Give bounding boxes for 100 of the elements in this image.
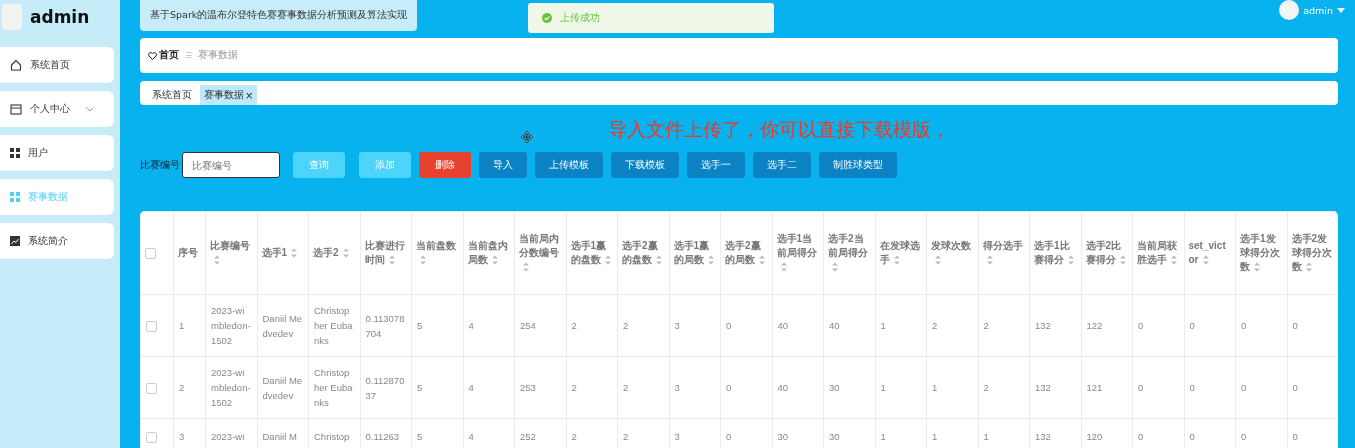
sort-icon[interactable] — [934, 255, 942, 266]
action-button[interactable]: 下载模板 — [611, 152, 679, 178]
tab[interactable]: 系统首页 — [148, 85, 196, 105]
table-cell: 0 — [1132, 294, 1184, 357]
action-button[interactable]: 制胜球类型 — [819, 152, 897, 178]
action-button[interactable]: 删除 — [419, 152, 471, 178]
column-header: 选手1发球得分次数 — [1235, 211, 1287, 295]
table-cell: 0 — [1235, 294, 1287, 357]
column-header: 选手2当前局得分 — [823, 211, 875, 295]
table-cell: Daniil Medvedev — [257, 356, 309, 419]
table-cell: 2023-wimbledon-1502 — [205, 356, 257, 419]
sort-icon[interactable] — [522, 262, 530, 273]
table-cell: 132 — [1029, 356, 1081, 419]
sort-icon[interactable] — [1201, 255, 1210, 266]
sort-icon[interactable] — [387, 255, 396, 266]
action-button[interactable]: 选手一 — [687, 152, 745, 178]
table-cell: 3 — [669, 356, 721, 419]
user-name[interactable]: admin — [1303, 4, 1333, 16]
sort-icon[interactable] — [341, 248, 350, 259]
sort-icon[interactable] — [655, 255, 663, 266]
grid-icon — [10, 148, 20, 158]
home-icon — [10, 59, 22, 71]
table-cell: Daniil Medvedev — [257, 294, 309, 357]
sort-icon[interactable] — [603, 255, 612, 266]
table-cell: 0 — [1132, 356, 1184, 419]
column-header: 当前盘内局数 — [463, 211, 515, 295]
column-header: 当前局内分数编号 — [514, 211, 566, 295]
sort-icon[interactable] — [1118, 255, 1127, 266]
sort-icon[interactable] — [758, 255, 766, 266]
checkbox[interactable] — [145, 247, 156, 259]
checkbox[interactable] — [146, 321, 157, 332]
column-header: 选手2 — [308, 211, 360, 295]
menu-item[interactable]: 系统首页 — [0, 47, 114, 83]
column-header: 当前盘数 — [411, 211, 463, 295]
breadcrumb-current: 赛事数据 — [198, 49, 239, 62]
app-title: admin — [30, 7, 90, 27]
action-button[interactable]: 上传模板 — [535, 152, 603, 178]
sort-icon[interactable] — [490, 255, 499, 266]
grid-icon — [10, 192, 20, 202]
column-header: 选手1赢的局数 — [669, 211, 721, 295]
tab[interactable]: 赛事数据× — [200, 85, 258, 105]
column-header: 选手1赢的盘数 — [566, 211, 618, 295]
action-button[interactable]: 选手二 — [753, 152, 811, 178]
table-cell: 40 — [823, 294, 875, 357]
table-cell: 0 — [1235, 356, 1287, 419]
table-cell: 2023-wimbledon-1502 — [205, 294, 257, 357]
column-header: 比赛进行时间 — [360, 211, 412, 295]
column-header: 发球次数 — [926, 211, 978, 295]
action-button[interactable]: 导入 — [479, 152, 527, 178]
sort-icon[interactable] — [419, 255, 427, 266]
table-cell: 0 — [1184, 294, 1236, 357]
table-cell: 5 — [411, 356, 463, 419]
sort-icon[interactable] — [1304, 262, 1313, 273]
search-field[interactable]: 比赛编号 — [182, 152, 280, 178]
column-header: 得分选手 — [978, 211, 1030, 295]
move-cursor-icon — [520, 130, 534, 144]
close-icon[interactable]: × — [245, 89, 254, 101]
column-header: 选手2赢的盘数 — [617, 211, 669, 295]
checkbox[interactable] — [146, 432, 157, 443]
sort-icon[interactable] — [290, 248, 299, 259]
table-cell: 30 — [823, 356, 875, 419]
chart-icon — [10, 236, 20, 246]
wallet-icon — [10, 103, 22, 115]
sort-icon[interactable] — [1253, 262, 1261, 273]
table-cell: 2 — [926, 294, 978, 357]
table-cell: 2 — [566, 294, 618, 357]
breadcrumb-link[interactable]: 首页 — [148, 49, 179, 62]
table-cell: 2 — [173, 356, 206, 419]
table-cell: 4 — [463, 356, 515, 419]
sort-icon[interactable] — [831, 262, 839, 273]
sort-icon[interactable] — [985, 255, 994, 266]
table-cell: 0.11287037 — [360, 356, 412, 419]
sort-icon[interactable] — [1170, 255, 1178, 266]
column-header: 选手1比赛得分 — [1029, 211, 1081, 295]
table-cell: 1 — [173, 294, 206, 357]
menu-item[interactable]: 个人中心 — [0, 91, 114, 127]
column-header: 选手2发球得分次数 — [1287, 211, 1338, 295]
table-cell: 5 — [411, 294, 463, 357]
menu-item[interactable]: 系统简介 — [0, 223, 114, 259]
table-cell: 3 — [669, 294, 721, 357]
sort-icon[interactable] — [706, 255, 715, 266]
sort-icon[interactable] — [892, 255, 901, 266]
table-cell: 122 — [1081, 294, 1133, 357]
check-circle-icon — [542, 13, 552, 23]
sort-icon[interactable] — [213, 255, 221, 266]
table-cell: 1 — [875, 294, 927, 357]
sort-icon[interactable] — [1067, 255, 1075, 266]
logo-icon — [2, 4, 22, 30]
column-header: 在发球选手 — [875, 211, 927, 295]
search-label: 比赛编号 — [140, 158, 180, 172]
project-title: 基于Spark的温布尔登特色赛赛事数据分析预测及算法实现 — [140, 0, 418, 31]
user-avatar[interactable] — [1279, 0, 1300, 20]
table-cell: 40 — [772, 294, 824, 357]
menu-item[interactable]: 用户 — [0, 135, 114, 171]
table-cell: 2 — [566, 356, 618, 419]
table-cell: 40 — [772, 356, 824, 419]
sort-icon[interactable] — [779, 262, 788, 273]
checkbox[interactable] — [146, 383, 157, 394]
column-header: 序号 — [173, 211, 206, 295]
table-cell: Christopher Eubanks — [308, 356, 360, 419]
